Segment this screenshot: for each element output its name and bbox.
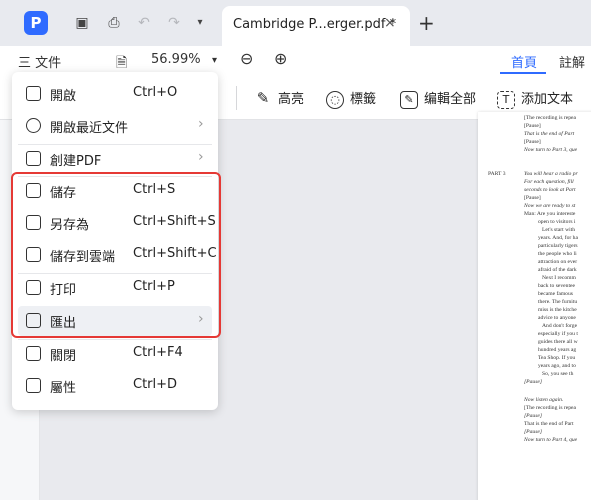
- pdf-text-line: [Pause]: [524, 139, 541, 145]
- pdf-text-line: [Pause]: [524, 429, 543, 435]
- edit-all-button[interactable]: ✎ 编輯全部: [400, 88, 476, 109]
- tab-home[interactable]: 首頁: [511, 52, 537, 71]
- pdf-text-line: years ago, and to: [538, 363, 576, 369]
- tab-title: Cambridge P...erger.pdf *: [233, 17, 397, 32]
- annotation-highlight-box: [11, 172, 221, 338]
- pdf-text-line: And don't forge: [542, 323, 578, 329]
- properties-icon: [26, 378, 41, 393]
- new-tab-icon[interactable]: +: [418, 11, 435, 35]
- menu-item-shortcut: Ctrl+O: [133, 85, 178, 100]
- pdf-text-line: afraid of the dark: [538, 267, 577, 273]
- redo-icon[interactable]: ↷: [164, 13, 184, 33]
- label-button[interactable]: ◌ 標籤: [326, 88, 376, 109]
- pdf-text-line: [Pause]: [524, 123, 541, 129]
- menu-item-label: 關閉: [50, 349, 77, 364]
- document-tab[interactable]: Cambridge P...erger.pdf * ×: [222, 6, 410, 46]
- zoom-level[interactable]: 56.99%: [151, 52, 201, 67]
- pdf-text-line: [Pause]: [524, 413, 543, 419]
- chevron-right-icon: ›: [198, 116, 204, 132]
- menu-item-label: 創建PDF: [50, 154, 102, 169]
- active-tab-indicator: [500, 72, 546, 74]
- title-bar: P ▣ ⎙ ↶ ↷ ▾ Cambridge P...erger.pdf * × …: [0, 0, 591, 46]
- close-file-icon: [26, 346, 41, 361]
- menu-item-label: 開啟: [50, 89, 77, 104]
- pdf-text-line: PART 3: [488, 171, 506, 177]
- zoom-dropdown-icon[interactable]: ▾: [212, 55, 217, 66]
- create-pdf-icon: [26, 151, 41, 166]
- menu-item-properties[interactable]: 屬性 Ctrl+D: [18, 371, 212, 401]
- highlight-icon: ✎: [256, 88, 270, 107]
- close-icon[interactable]: ×: [384, 15, 396, 31]
- pdf-text-line: Now turn to Part 3, que: [524, 147, 578, 153]
- edit-icon: ✎: [400, 90, 418, 109]
- pdf-text-line: Now we are ready to st: [524, 203, 576, 209]
- menu-item-label: 開啟最近文件: [50, 121, 129, 136]
- toolbar-divider: [236, 86, 237, 110]
- pdf-text-line: years. And, for ha: [538, 235, 578, 241]
- pdf-text-line: especially if you t: [538, 331, 578, 337]
- pdf-text-line: guides there all w: [538, 339, 578, 345]
- quick-access-dropdown-icon[interactable]: ▾: [190, 13, 210, 33]
- highlight-label: 高亮: [278, 92, 305, 107]
- menu-item-shortcut: Ctrl+D: [133, 377, 178, 392]
- pdf-text-line: You will hear a radio pr: [524, 171, 578, 177]
- pdf-text-line: Tea Shop. If you: [538, 355, 576, 361]
- menu-item-label: 屬性: [50, 381, 77, 396]
- pdf-text-line: hundred years ag: [538, 347, 577, 353]
- add-text-label: 添加文本: [521, 92, 574, 107]
- pdf-text-line: Now turn to Part 4, que: [524, 437, 578, 443]
- menu-item-close[interactable]: 關閉 Ctrl+F4: [18, 339, 212, 369]
- chevron-right-icon: ›: [198, 149, 204, 165]
- pdf-text-line: Let's start with: [542, 227, 576, 233]
- app-logo-icon[interactable]: P: [24, 11, 48, 35]
- menu-item-create-pdf[interactable]: 創建PDF ›: [18, 144, 212, 174]
- pdf-text-line: attraction on ever: [538, 259, 578, 265]
- label-label: 標籤: [350, 92, 377, 107]
- edit-all-label: 编輯全部: [424, 92, 477, 107]
- pdf-text-line: the people who li: [538, 251, 577, 257]
- pdf-page[interactable]: [The recording is repea [Pause] That is th…: [478, 112, 591, 500]
- pdf-text-line: [Pause]: [524, 379, 543, 385]
- pdf-text-line: For each question, fill: [524, 179, 574, 185]
- pdf-text-line: became famous: [538, 291, 573, 297]
- tab-comment[interactable]: 註解: [559, 52, 585, 71]
- label-icon: ◌: [326, 90, 344, 109]
- pdf-text-line: That is the end of Part: [524, 421, 574, 427]
- pdf-text-line: Man: Are you intereste: [524, 211, 576, 217]
- add-text-icon: T: [497, 90, 515, 109]
- open-file-icon: [26, 86, 41, 101]
- zoom-out-icon[interactable]: ⊖: [240, 49, 253, 68]
- pdf-text-line: open to visitors i: [538, 219, 576, 225]
- pdf-text-line: there. The furnitu: [538, 299, 578, 305]
- menu-item-shortcut: Ctrl+F4: [133, 345, 183, 360]
- pdf-text-line: [The recording is repea: [524, 405, 577, 411]
- highlight-button[interactable]: ✎ 高亮: [254, 88, 304, 109]
- pdf-text-line: Now listen again.: [524, 397, 564, 403]
- clock-icon: [26, 118, 41, 133]
- print-icon[interactable]: ⎙: [104, 13, 124, 33]
- pdf-text-line: particularly tigers: [538, 243, 578, 249]
- pdf-text-line: back to seventee: [538, 283, 575, 289]
- pdf-text-line: advice to anyone: [538, 315, 576, 321]
- pdf-text-line: So, you see th: [542, 371, 574, 377]
- pdf-text-line: [Pause]: [524, 195, 541, 201]
- save-icon[interactable]: ▣: [72, 13, 92, 33]
- pdf-text-line: [The recording is repea: [524, 115, 577, 121]
- add-text-button[interactable]: T 添加文本: [497, 88, 573, 109]
- menu-item-open[interactable]: 開啟 Ctrl+O: [18, 79, 212, 109]
- pdf-text-line: seconds to look at Part: [524, 187, 576, 193]
- pdf-text-line: That is the end of Part: [524, 131, 575, 137]
- undo-icon[interactable]: ↶: [134, 13, 154, 33]
- pdf-text-line: miss is the kitche: [538, 307, 577, 313]
- menu-item-open-recent[interactable]: 開啟最近文件 ›: [18, 111, 212, 141]
- zoom-in-icon[interactable]: ⊕: [274, 49, 287, 68]
- pdf-text-line: Next I recomm: [542, 275, 576, 281]
- file-menu-button[interactable]: 三 文件: [18, 52, 61, 71]
